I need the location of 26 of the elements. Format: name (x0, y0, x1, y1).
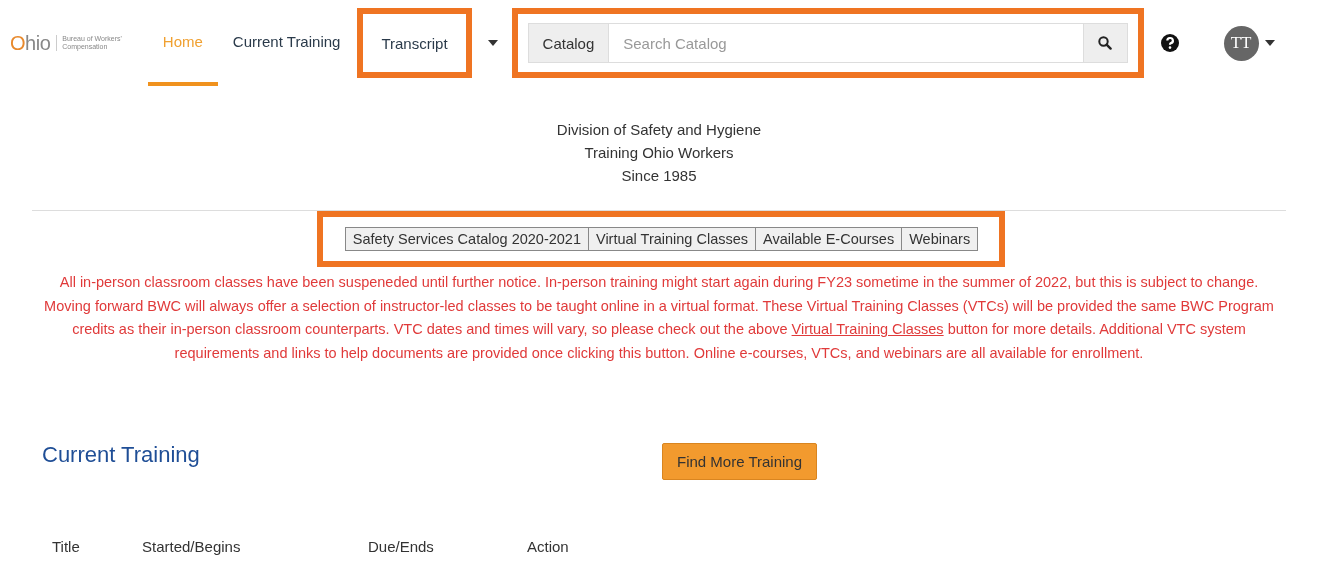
search-icon (1098, 36, 1113, 50)
notice-text: All in-person classroom classes have been suspeneded until further notice. In-person training might start again during FY23 sometime in the summer of 2022, but this is subject to change. Moving forward BWC will always offer a selection of instructor-led classes to be taught online in a virtual format. These Virtual Training Classes (VTCs) will be provided the same BWC Program credits as their in-person classroom counterparts. VTC dates and times will vary, so please check out the above Virtual Training Classes button for more details. Additional VTC system requirements and links to help documents are provided once clicking this button. Online e-courses, VTCs, and webinars are all available for enrollment. (43, 273, 1275, 363)
help-icon[interactable] (1159, 33, 1180, 53)
search-field[interactable]: Catalog Search Catalog (527, 23, 1128, 63)
quick-link-button[interactable]: Webinars (901, 227, 979, 251)
quick-link-button[interactable]: Safety Services Catalog 2020-2021 (344, 227, 589, 251)
logo-wordmark: Ohio (10, 31, 51, 55)
search-button[interactable] (1082, 24, 1127, 62)
column-header: Title (52, 538, 80, 555)
nav-tab[interactable]: Transcript (371, 34, 458, 52)
user-avatar[interactable]: TT (1223, 25, 1259, 61)
intro-line: Since 1985 (621, 166, 697, 186)
intro-line: Division of Safety and Hygiene (556, 120, 762, 140)
find-more-training-button[interactable]: Find More Training (662, 443, 818, 480)
quick-link-button[interactable]: Available E-Courses (755, 227, 903, 251)
column-header: Due/Ends (368, 538, 434, 555)
caret-icon[interactable] (1264, 40, 1275, 46)
nav-tab[interactable]: Current Training (217, 0, 356, 86)
column-header: Started/Begins (142, 538, 241, 555)
intro-line: Training Ohio Workers (584, 143, 734, 163)
column-header: Action (527, 538, 569, 555)
quick-link-button[interactable]: Virtual Training Classes (588, 227, 757, 251)
virtual-training-link[interactable]: Virtual Training Classes (791, 321, 944, 337)
section-title: Current Training (42, 441, 201, 468)
catalog-scope-button[interactable]: Catalog (528, 24, 610, 62)
caret-icon[interactable] (487, 40, 498, 46)
